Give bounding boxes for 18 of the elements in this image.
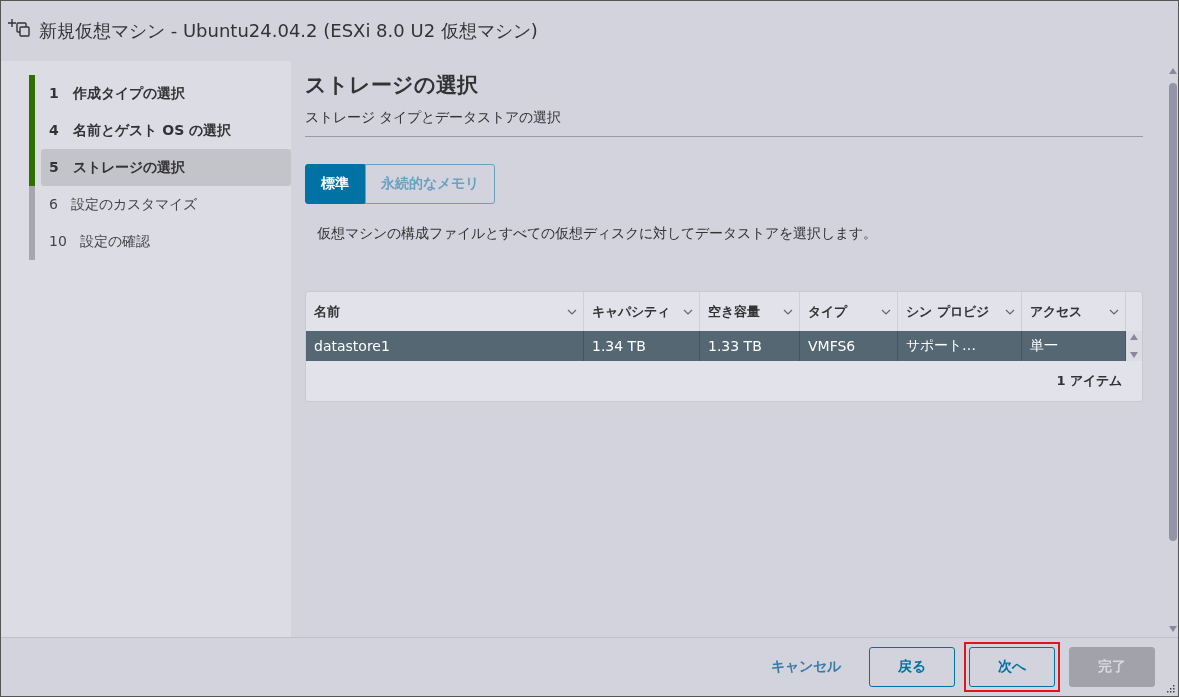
wizard-button[interactable]: 次へ: [969, 647, 1055, 687]
table-cell: 1.33 TB: [700, 331, 800, 361]
wizard-button[interactable]: 戻る: [869, 647, 955, 687]
table-cell: VMFS6: [800, 331, 898, 361]
storage-type-tab[interactable]: 標準: [305, 164, 365, 204]
table-cell: 1.34 TB: [584, 331, 700, 361]
wizard-step[interactable]: 10 設定の確認: [29, 223, 291, 260]
wizard-step[interactable]: 4 名前とゲスト OS の選択: [29, 112, 291, 149]
wizard-step[interactable]: 6 設定のカスタマイズ: [29, 186, 291, 223]
item-count: 1 アイテム: [1056, 372, 1122, 390]
table-cell: datastore1: [306, 331, 584, 361]
page-subtitle: ストレージ タイプとデータストアの選択: [305, 99, 1143, 137]
wizard-step[interactable]: 1 作成タイプの選択: [29, 75, 291, 112]
table-row[interactable]: datastore1 1.34 TB 1.33 TB VMFS6 サポート… 単一: [306, 331, 1142, 361]
page-title: ストレージの選択: [305, 72, 479, 99]
window-title: 新規仮想マシン - Ubuntu24.04.2 (ESXi 8.0 U2 仮想マシン): [39, 19, 538, 43]
description-text: 仮想マシンの構成ファイルとすべての仮想ディスクに対してデータストアを選択します。: [316, 224, 878, 243]
table-cell: サポート…: [898, 331, 1022, 361]
